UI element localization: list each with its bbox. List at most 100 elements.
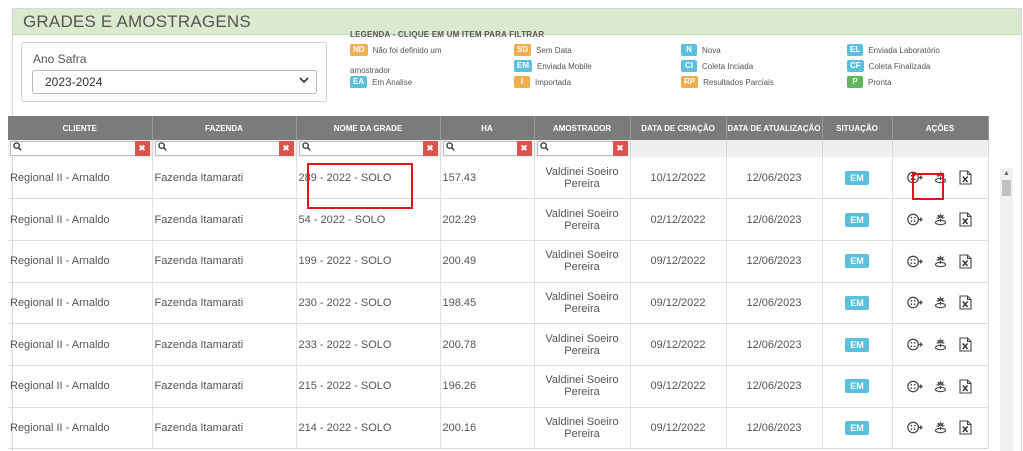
filter-cell: ✖ [8, 140, 153, 157]
sampling-points-icon[interactable] [907, 337, 923, 353]
legend-label: Importada [535, 77, 572, 87]
legend-label: Coleta Inciada [702, 61, 754, 71]
status-badge[interactable]: EM [845, 379, 869, 394]
safra-label: Ano Safra [33, 52, 87, 66]
status-badge[interactable]: EM [845, 420, 869, 435]
safra-select[interactable]: 2023-2024 [32, 70, 317, 94]
search-icon [13, 142, 22, 153]
excel-export-icon[interactable] [957, 337, 973, 353]
sampling-points-icon[interactable] [907, 378, 923, 394]
cell-cliente: Regional II - Arnaldo [8, 282, 153, 325]
legend-item-p[interactable]: P Pronta [847, 76, 892, 88]
scroll-up-icon[interactable]: ▲ [1003, 170, 1010, 177]
soil-sample-icon[interactable] [932, 337, 948, 353]
clear-filter-icon[interactable]: ✖ [516, 141, 532, 156]
excel-export-icon[interactable] [957, 253, 973, 269]
excel-export-icon[interactable] [957, 170, 973, 186]
table-row[interactable]: Regional II - Arnaldo Fazenda Itamarati 19… [8, 240, 989, 283]
soil-sample-icon[interactable] [932, 212, 948, 228]
legend-badge: CI [681, 60, 697, 72]
status-badge[interactable]: EM [845, 170, 869, 185]
column-header[interactable]: NOME DA GRADE [296, 116, 441, 140]
status-badge[interactable]: EM [845, 212, 869, 227]
table-row[interactable]: Regional II - Arnaldo Fazenda Itamarati 21… [8, 407, 989, 450]
column-header[interactable]: CLIENTE [8, 116, 153, 140]
excel-export-icon[interactable] [957, 420, 973, 436]
status-badge[interactable]: EM [845, 337, 869, 352]
table-scrollbar[interactable]: ▲ [1000, 168, 1013, 451]
column-filter-input[interactable]: ✖ [442, 141, 532, 156]
soil-sample-icon[interactable] [932, 253, 948, 269]
cell-ha: 200.16 [440, 407, 535, 450]
legend-item-n[interactable]: N Nova [681, 44, 721, 56]
legend-item-nd[interactable]: ND Não foi definido um [350, 44, 442, 56]
excel-export-icon[interactable] [957, 212, 973, 228]
column-filter-input[interactable]: ✖ [10, 141, 150, 156]
legend-item-ea[interactable]: EA Em Analise [350, 76, 412, 88]
column-header[interactable]: DATA DE CRIAÇÃO [630, 116, 727, 140]
legend-item-cf[interactable]: CF Coleta Finalizada [847, 60, 930, 72]
filter-cell [822, 140, 893, 157]
legend-badge: EL [847, 44, 864, 56]
sampling-points-icon[interactable] [907, 253, 923, 269]
cell-data-criacao: 09/12/2022 [630, 282, 727, 325]
cell-acoes [892, 240, 989, 283]
sampling-points-icon[interactable] [907, 170, 923, 186]
legend-item-em[interactable]: EM Enviada Mobile [514, 60, 592, 72]
column-filter-input[interactable]: ✖ [154, 141, 294, 156]
legend-item-sd[interactable]: SD Sem Data [514, 44, 572, 56]
legend-title: LEGENDA - CLIQUE EM UM ITEM PARA FILTRAR [350, 30, 545, 39]
cell-data-atualizacao: 12/06/2023 [726, 365, 823, 408]
cell-nome-da-grade: 233 - 2022 - SOLO [296, 323, 441, 366]
sampling-points-icon[interactable] [907, 295, 923, 311]
table-body: Regional II - Arnaldo Fazenda Itamarati 28… [8, 157, 989, 450]
sampling-points-icon[interactable] [907, 212, 923, 228]
soil-sample-icon[interactable] [932, 170, 948, 186]
soil-sample-icon[interactable] [932, 378, 948, 394]
cell-cliente: Regional II - Arnaldo [8, 407, 153, 450]
table-row[interactable]: Regional II - Arnaldo Fazenda Itamarati 21… [8, 365, 989, 408]
legend-label: Coleta Finalizada [868, 61, 931, 71]
column-header[interactable]: DATA DE ATUALIZAÇÃO [726, 116, 823, 140]
column-header[interactable]: HA [440, 116, 535, 140]
status-badge[interactable]: EM [845, 295, 869, 310]
legend-badge: EM [514, 60, 532, 72]
legend-label: Sem Data [536, 45, 572, 55]
column-header[interactable]: AMOSTRADOR [534, 116, 631, 140]
legend-item-el[interactable]: EL Enviada Laboratório [847, 44, 940, 56]
soil-sample-icon[interactable] [932, 420, 948, 436]
cell-fazenda: Fazenda Itamarati [152, 198, 297, 241]
clear-filter-icon[interactable]: ✖ [422, 141, 438, 156]
cell-nome-da-grade: 230 - 2022 - SOLO [296, 282, 441, 325]
table-row[interactable]: Regional II - Arnaldo Fazenda Itamarati 54… [8, 198, 989, 241]
legend-label: Enviada Laboratório [868, 45, 940, 55]
safra-filter-box: Ano Safra 2023-2024 [21, 42, 327, 102]
cell-data-atualizacao: 12/06/2023 [726, 282, 823, 325]
column-filter-input[interactable]: ✖ [298, 141, 438, 156]
legend-item-i[interactable]: I Importada [514, 76, 571, 88]
clear-filter-icon[interactable]: ✖ [278, 141, 294, 156]
legend-badge: CF [847, 60, 864, 72]
cell-data-atualizacao: 12/06/2023 [726, 323, 823, 366]
table-row[interactable]: Regional II - Arnaldo Fazenda Itamarati 23… [8, 323, 989, 366]
legend-item-ci[interactable]: CI Coleta Inciada [681, 60, 753, 72]
column-header[interactable]: SITUAÇÃO [822, 116, 893, 140]
scroll-thumb[interactable] [1002, 180, 1011, 196]
filter-cell: ✖ [440, 140, 535, 157]
soil-sample-icon[interactable] [932, 295, 948, 311]
excel-export-icon[interactable] [957, 295, 973, 311]
column-header[interactable]: AÇÕES [892, 116, 989, 140]
column-filter-input[interactable]: ✖ [536, 141, 628, 156]
excel-export-icon[interactable] [957, 378, 973, 394]
legend-item-rp[interactable]: RP Resultados Parciais [681, 76, 774, 88]
cell-fazenda: Fazenda Itamarati [152, 365, 297, 408]
status-badge[interactable]: EM [845, 254, 869, 269]
clear-filter-icon[interactable]: ✖ [612, 141, 628, 156]
column-header[interactable]: FAZENDA [152, 116, 297, 140]
table-row[interactable]: Regional II - Arnaldo Fazenda Itamarati 28… [8, 157, 989, 200]
cell-ha: 200.49 [440, 240, 535, 283]
clear-filter-icon[interactable]: ✖ [134, 141, 150, 156]
sampling-points-icon[interactable] [907, 420, 923, 436]
table-row[interactable]: Regional II - Arnaldo Fazenda Itamarati 23… [8, 282, 989, 325]
cell-acoes [892, 407, 989, 450]
